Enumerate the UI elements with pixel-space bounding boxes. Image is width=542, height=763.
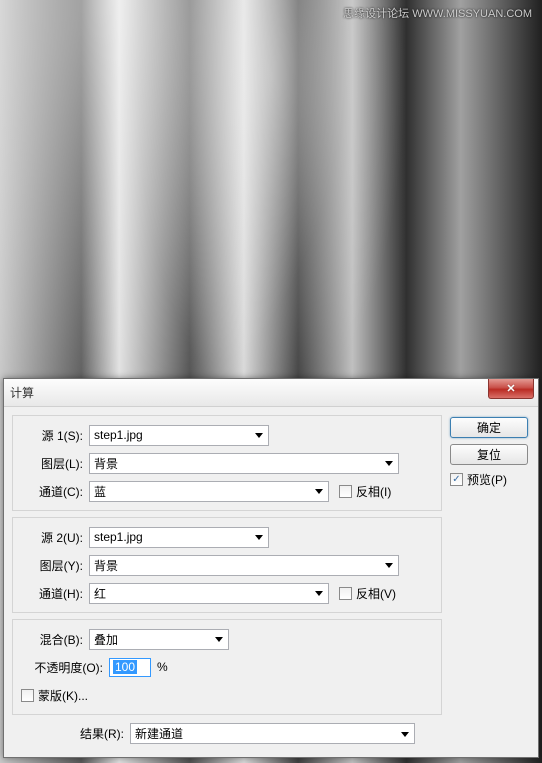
checkbox-icon [339,587,352,600]
mask-checkbox[interactable]: 蒙版(K)... [21,687,88,704]
source2-invert-label: 反相(V) [356,585,396,602]
checkbox-icon: ✓ [450,473,463,486]
checkbox-icon [21,689,34,702]
opacity-label: 不透明度(O): [21,659,109,676]
ok-button[interactable]: 确定 [450,417,528,438]
preview-checkbox[interactable]: ✓ 预览(P) [450,471,528,488]
source1-invert-label: 反相(I) [356,483,391,500]
source1-channel-value: 蓝 [94,483,106,500]
result-value: 新建通道 [135,725,183,742]
dialog-title: 计算 [10,384,34,401]
blending-fieldset: 混合(B): 叠加 不透明度(O): 100 % 蒙版(K)... [12,619,442,715]
close-icon: ✕ [506,382,515,395]
source1-invert-checkbox[interactable]: 反相(I) [339,483,391,500]
source1-layer-value: 背景 [94,455,118,472]
source2-fieldset: 源 2(U): step1.jpg 图层(Y): 背景 通道(H): 红 反相(… [12,517,442,613]
source1-fieldset: 源 1(S): step1.jpg 图层(L): 背景 通道(C): 蓝 反相(… [12,415,442,511]
dialog-content: 源 1(S): step1.jpg 图层(L): 背景 通道(C): 蓝 反相(… [4,407,538,757]
result-select[interactable]: 新建通道 [130,723,415,744]
close-button[interactable]: ✕ [488,379,534,399]
blend-mode-value: 叠加 [94,631,118,648]
reset-button[interactable]: 复位 [450,444,528,465]
dialog-sidebar: 确定 复位 ✓ 预览(P) [450,417,528,488]
source1-file-value: step1.jpg [94,428,143,442]
source2-legend-label: 源 2(U): [21,529,89,546]
mask-label: 蒙版(K)... [38,687,88,704]
checkbox-icon [339,485,352,498]
opacity-value: 100 [113,660,137,674]
source2-layer-value: 背景 [94,557,118,574]
source1-file-select[interactable]: step1.jpg [89,425,269,446]
source1-layer-select[interactable]: 背景 [89,453,399,474]
source2-invert-checkbox[interactable]: 反相(V) [339,585,396,602]
source2-channel-value: 红 [94,585,106,602]
calculations-dialog: 计算 ✕ 源 1(S): step1.jpg 图层(L): 背景 通道(C): … [3,378,539,758]
source1-channel-label: 通道(C): [21,483,89,500]
opacity-suffix: % [157,660,168,674]
source1-layer-label: 图层(L): [21,455,89,472]
blend-mode-select[interactable]: 叠加 [89,629,229,650]
opacity-input[interactable]: 100 [109,658,151,677]
source2-layer-select[interactable]: 背景 [89,555,399,576]
source2-channel-select[interactable]: 红 [89,583,329,604]
source1-channel-select[interactable]: 蓝 [89,481,329,502]
source2-file-value: step1.jpg [94,530,143,544]
source2-layer-label: 图层(Y): [21,557,89,574]
blend-label: 混合(B): [21,631,89,648]
source2-channel-label: 通道(H): [21,585,89,602]
preview-label: 预览(P) [467,471,507,488]
source2-file-select[interactable]: step1.jpg [89,527,269,548]
result-label: 结果(R): [12,725,130,742]
titlebar[interactable]: 计算 ✕ [4,379,538,407]
watermark-top: 思缘设计论坛 WWW.MISSYUAN.COM [343,5,532,21]
source1-legend-label: 源 1(S): [21,427,89,444]
result-row: 结果(R): 新建通道 [12,721,442,748]
